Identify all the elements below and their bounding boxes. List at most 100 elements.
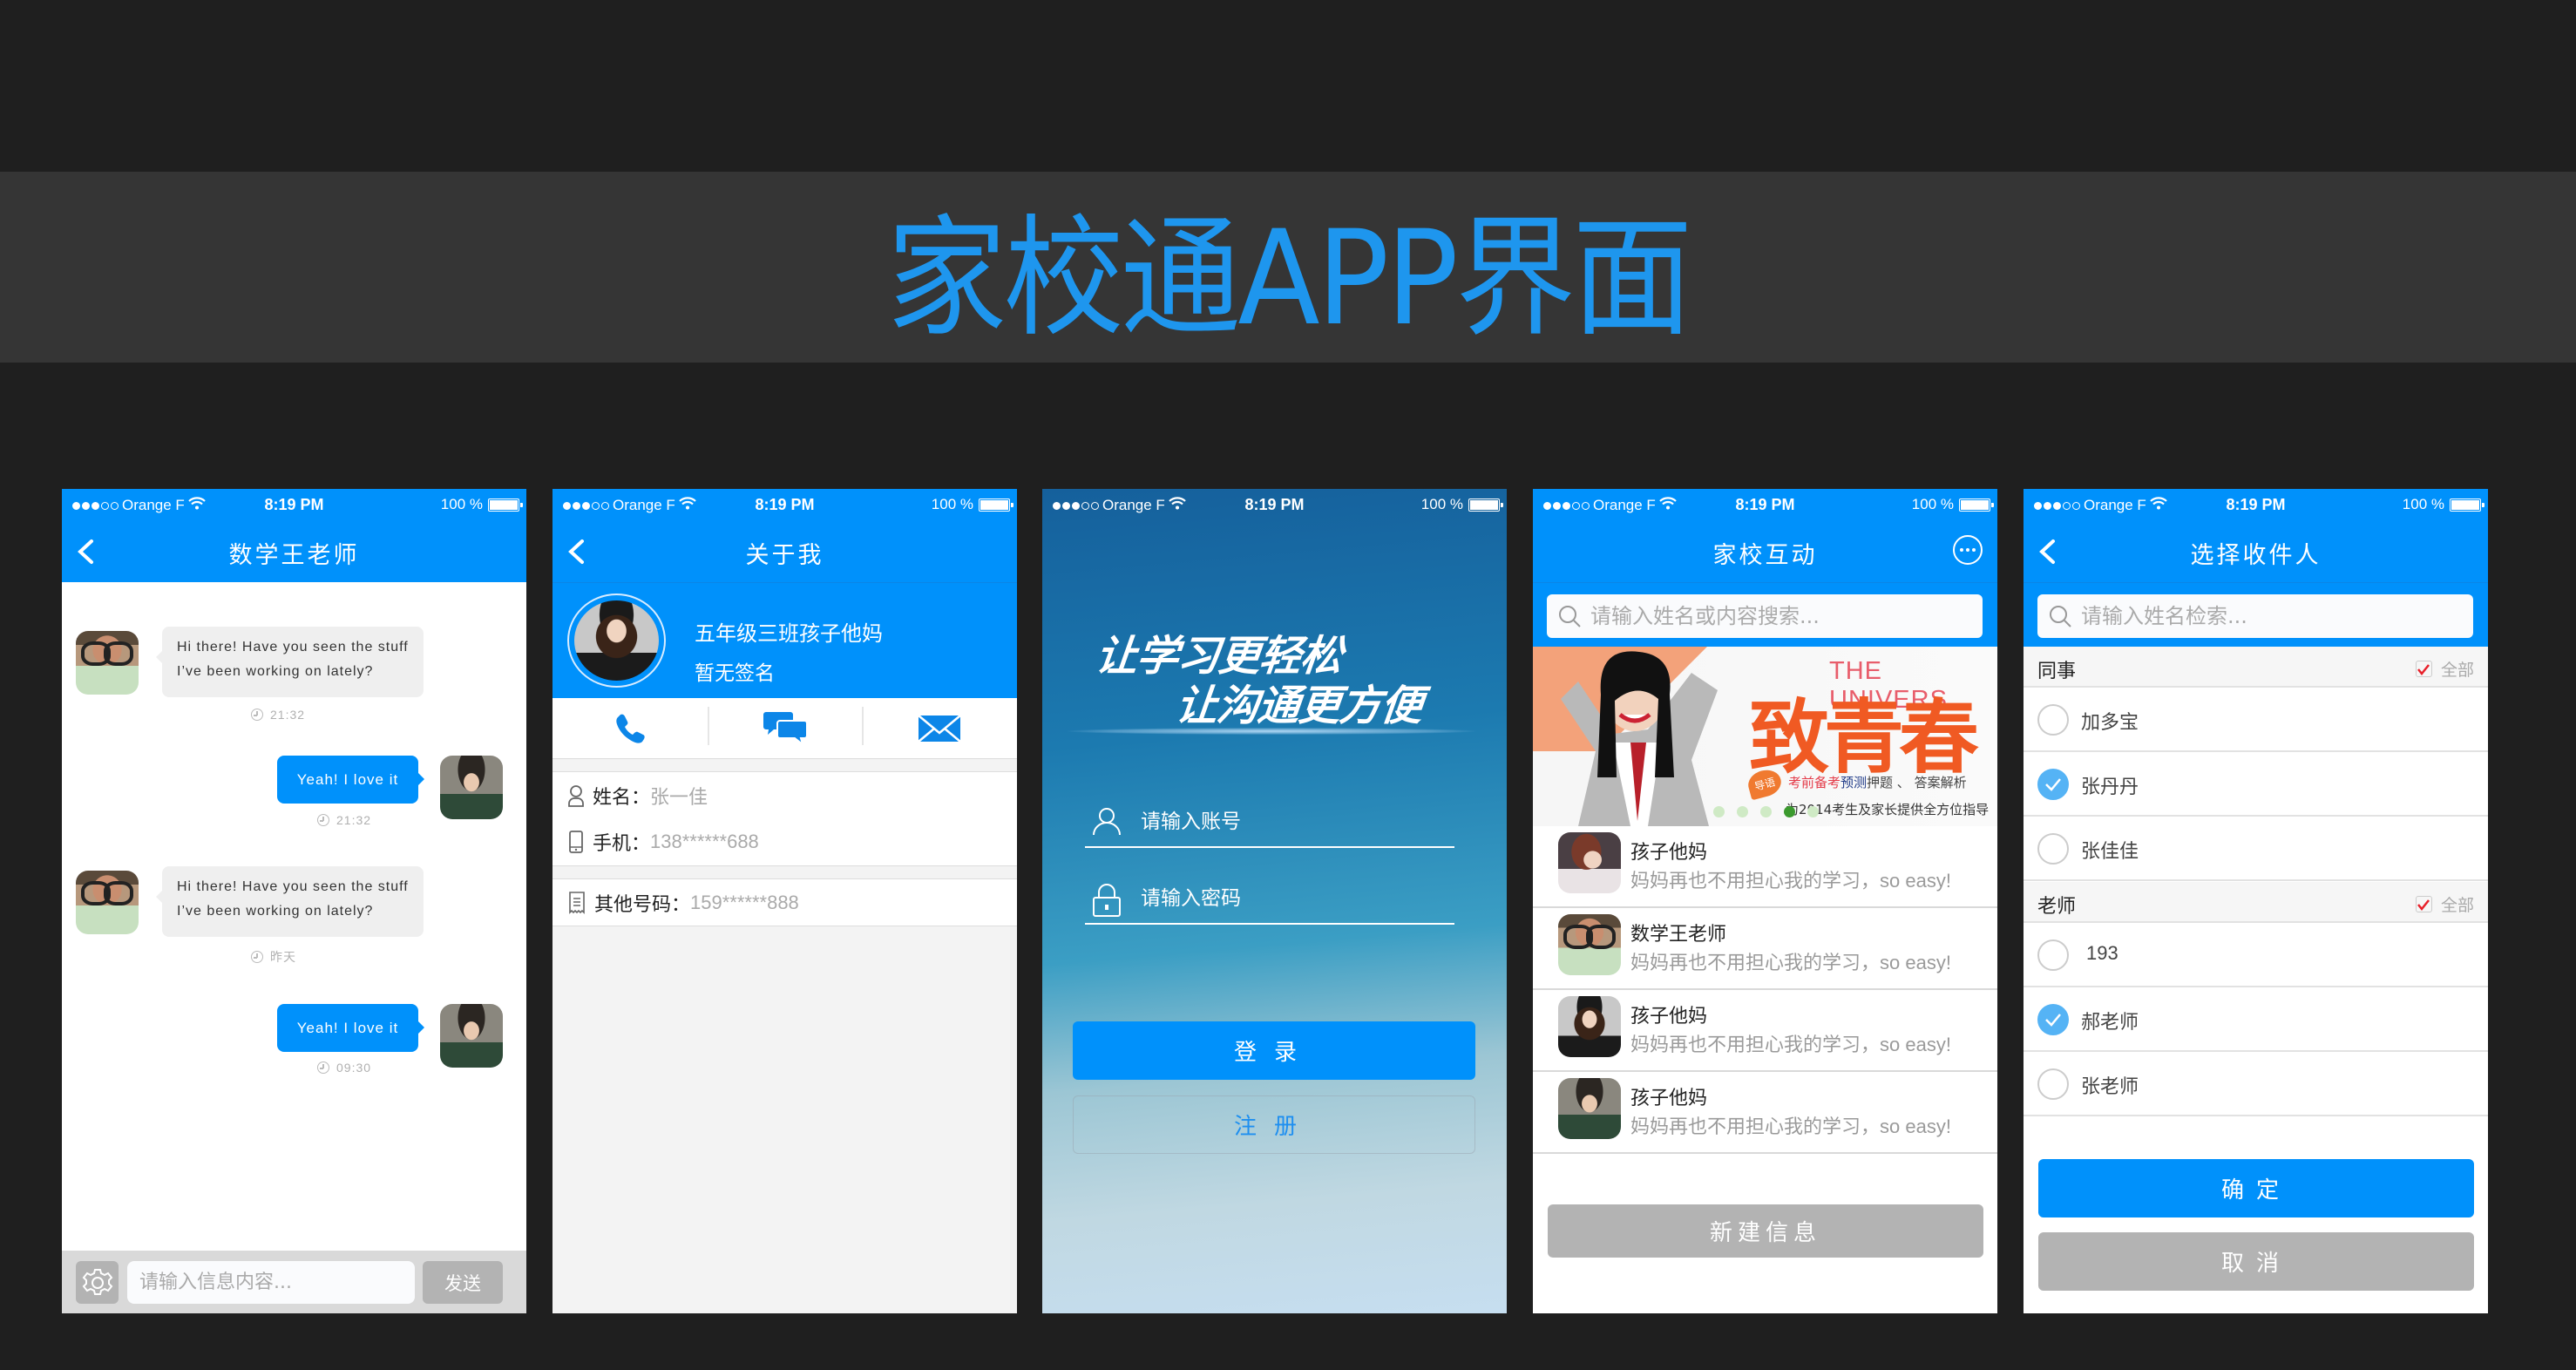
timestamp-text: 09:30	[336, 1061, 372, 1075]
field-label: 姓名：	[593, 786, 651, 809]
more-dot-icon	[1960, 548, 1963, 552]
my-avatar[interactable]	[440, 756, 503, 819]
clock-icon	[317, 1061, 329, 1074]
radio-checked[interactable]	[2037, 1004, 2069, 1035]
field-value: 159******888	[690, 891, 799, 913]
conversation-preview: 妈妈再也不用担心我的学习，so easy!	[1630, 865, 1951, 893]
info-row-name[interactable]: 姓名： 张一佳	[552, 771, 1017, 819]
page-title: 家校通APP界面	[886, 203, 1692, 355]
conversation-item[interactable]: 数学王老师 妈妈再也不用担心我的学习，so easy!	[1533, 908, 1997, 990]
message-button[interactable]	[707, 698, 863, 758]
conversation-name: 孩子他妈	[1630, 842, 1708, 864]
message-timestamp: 09:30	[317, 1061, 371, 1075]
radio-unchecked[interactable]	[2037, 704, 2069, 736]
search-input[interactable]	[1590, 600, 1974, 633]
field-label: 其他号码：	[594, 893, 691, 916]
carousel-dot-active[interactable]	[1784, 806, 1795, 817]
message-input[interactable]	[127, 1261, 415, 1304]
radio-unchecked[interactable]	[2037, 939, 2069, 971]
battery-percent: 100 %	[440, 496, 483, 512]
login-button[interactable]: 登录	[1073, 1021, 1475, 1080]
user-icon	[1092, 806, 1122, 839]
outgoing-message[interactable]: Yeah! I love it	[277, 1004, 424, 1052]
account-input[interactable]	[1141, 806, 1437, 838]
radio-unchecked[interactable]	[2037, 833, 2069, 865]
new-message-button[interactable]: 新建信息	[1548, 1204, 1983, 1258]
message-text: I’ve been working on lately?	[177, 904, 374, 919]
receipt-icon	[569, 891, 585, 914]
recipient-row[interactable]: 张老师	[2024, 1052, 2488, 1116]
status-bar: Orange F 8:19 PM 100 %	[1533, 489, 1997, 521]
envelope-icon	[918, 714, 961, 743]
password-input[interactable]	[1141, 883, 1437, 914]
send-button[interactable]: 发送	[423, 1261, 503, 1304]
info-row-other-number[interactable]: 其他号码： 159******888	[552, 878, 1017, 926]
conversation-item[interactable]: 孩子他妈 妈妈再也不用担心我的学习，so easy!	[1533, 990, 1997, 1072]
preview-text: 妈妈再也不用担心我的学习，	[1630, 953, 1881, 974]
search-icon	[1557, 604, 1582, 632]
carousel-dot[interactable]	[1737, 806, 1748, 817]
incoming-message[interactable]: Hi there! Have you seen the stuff I’ve be…	[156, 866, 424, 937]
subtitle-rest: 押题 、 答案解析	[1867, 775, 1967, 790]
conversation-name: 孩子他妈	[1630, 1006, 1708, 1028]
field-value: 138******688	[650, 831, 759, 852]
recipient-row[interactable]: 193	[2024, 923, 2488, 987]
field-label: 手机：	[593, 833, 651, 855]
search-bar	[2024, 582, 2488, 647]
teacher-avatar[interactable]	[76, 871, 139, 934]
preview-text: so easy!	[1880, 952, 1951, 973]
recipient-row[interactable]: 加多宝	[2024, 688, 2488, 752]
recipient-name: 加多宝	[2081, 712, 2139, 734]
carousel-dot[interactable]	[1760, 806, 1772, 817]
conversation-name: 数学王老师	[1630, 924, 1727, 946]
teacher-avatar[interactable]	[76, 631, 139, 695]
call-button[interactable]	[552, 698, 708, 758]
curly-hair-avatar	[1558, 996, 1621, 1057]
conversation-name: 孩子他妈	[1630, 1088, 1708, 1109]
incoming-message[interactable]: Hi there! Have you seen the stuff I’ve be…	[156, 627, 424, 697]
message-text: I’ve been working on lately?	[177, 664, 374, 679]
radio-checked[interactable]	[2037, 769, 2069, 800]
password-field	[1085, 872, 1454, 925]
radio-unchecked[interactable]	[2037, 1068, 2069, 1100]
select-all-toggle[interactable]: 全部	[2415, 892, 2474, 916]
profile-name: 五年级三班孩子他妈	[695, 621, 883, 646]
recipient-row[interactable]: 郝老师	[2024, 987, 2488, 1052]
message-timestamp: 21:32	[317, 813, 371, 827]
slogan-divider	[1067, 728, 1476, 735]
conversation-item[interactable]: 孩子他妈 妈妈再也不用担心我的学习，so easy!	[1533, 826, 1997, 908]
carousel-dot[interactable]	[1807, 806, 1819, 817]
confirm-button[interactable]: 确定	[2038, 1159, 2474, 1217]
nav-bar: 选择收件人	[2024, 521, 2488, 582]
more-options-button[interactable]	[1953, 535, 1983, 565]
recipient-row[interactable]: 张佳佳	[2024, 817, 2488, 881]
my-avatar[interactable]	[440, 1004, 503, 1068]
settings-button[interactable]	[76, 1261, 119, 1304]
outgoing-message[interactable]: Yeah! I love it	[277, 756, 424, 804]
register-button[interactable]: 注册	[1073, 1095, 1475, 1154]
promo-banner[interactable]: THE UNIVERS 致青春 导语 考前备考预测押题 、 答案解析 为2014…	[1533, 647, 1997, 826]
checkbox-checked-icon[interactable]	[2415, 896, 2432, 912]
carousel-dot[interactable]	[1713, 806, 1725, 817]
battery-percent: 100 %	[931, 496, 973, 512]
select-all-toggle[interactable]: 全部	[2415, 657, 2474, 681]
carousel-indicator	[1713, 806, 1819, 817]
checkbox-checked-icon[interactable]	[2415, 661, 2432, 677]
battery-percent: 100 %	[1420, 496, 1463, 512]
battery-percent: 100 %	[1911, 496, 1954, 512]
search-input[interactable]	[2081, 600, 2464, 633]
nav-title: 关于我	[745, 542, 824, 569]
email-button[interactable]	[862, 698, 1017, 758]
cancel-button[interactable]: 取消	[2038, 1232, 2474, 1291]
recipient-name: 郝老师	[2081, 1012, 2139, 1034]
profile-header: 五年级三班孩子他妈 暂无签名	[552, 582, 1017, 698]
profile-avatar[interactable]	[567, 593, 666, 688]
select-all-label: 全部	[2440, 661, 2474, 680]
glasses-avatar	[1558, 914, 1621, 975]
message-input-bar: 发送	[62, 1251, 526, 1313]
info-row-mobile[interactable]: 手机： 138******688	[552, 818, 1017, 866]
recipient-row[interactable]: 张丹丹	[2024, 752, 2488, 817]
conversation-item[interactable]: 孩子他妈 妈妈再也不用担心我的学习，so easy!	[1533, 1072, 1997, 1154]
message-list[interactable]: Hi there! Have you seen the stuff I’ve be…	[62, 582, 526, 1251]
about-me-screen: Orange F 8:19 PM 100 % 关于我 五年级三班孩子他妈 暂无签…	[552, 489, 1017, 1313]
